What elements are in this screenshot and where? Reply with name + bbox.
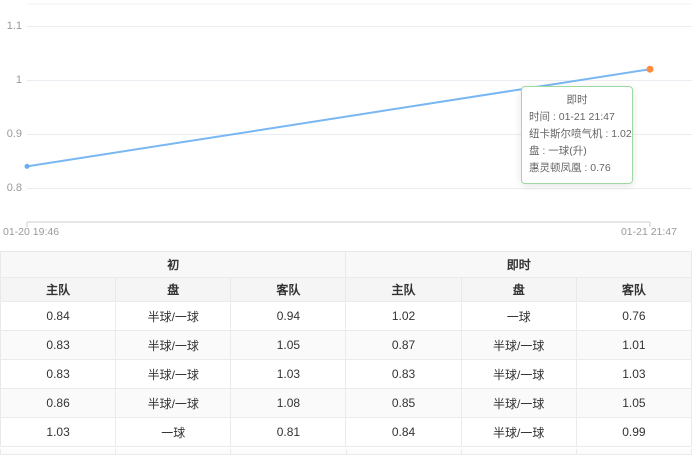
table-cell: 半球/一球 — [461, 389, 576, 418]
table-row: 0.86半球/一球1.080.85半球/一球1.05 — [1, 389, 692, 418]
table-cell: 0.85 — [346, 389, 461, 418]
table-cell: 半球/一球 — [116, 389, 231, 418]
column-header: 盘 — [461, 278, 576, 302]
column-header: 主队 — [346, 278, 461, 302]
data-point-end[interactable] — [647, 66, 654, 73]
table-cell: 0.94 — [231, 302, 346, 331]
tooltip-away-odds: 惠灵顿凤凰 : 0.76 — [529, 160, 625, 177]
tooltip-title: 即时 — [529, 92, 625, 109]
table-cell: 0.87 — [346, 331, 461, 360]
table-cell: 0.76 — [576, 302, 691, 331]
data-point-start[interactable] — [25, 164, 30, 169]
table-cell: 0.84 — [1, 302, 116, 331]
group-header: 初 — [1, 252, 346, 278]
table-cell: 0.83 — [1, 331, 116, 360]
odds-table: 初即时主队盘客队主队盘客队 0.84半球/一球0.941.02一球0.760.8… — [0, 251, 692, 447]
table-row: 0.83半球/一球1.030.83半球/一球1.03 — [1, 360, 692, 389]
y-axis-label: 1 — [0, 74, 22, 86]
column-header: 盘 — [116, 278, 231, 302]
table-cell: 半球/一球 — [116, 360, 231, 389]
table-cell: 0.83 — [346, 360, 461, 389]
table-row: 1.03一球0.810.84半球/一球0.99 — [1, 418, 692, 447]
table-cell: 半球/一球 — [461, 418, 576, 447]
table-cell: 半球/一球 — [116, 331, 231, 360]
table-cell: 1.01 — [576, 331, 691, 360]
column-header: 主队 — [1, 278, 116, 302]
table-cell: 半球/一球 — [461, 360, 576, 389]
table-cell: 0.99 — [576, 418, 691, 447]
table-row: 0.84半球/一球0.941.02一球0.76 — [1, 302, 692, 331]
y-axis-label: 1.1 — [0, 20, 22, 32]
table-cell: 半球/一球 — [461, 331, 576, 360]
y-axis-label: 0.9 — [0, 128, 22, 140]
group-header: 即时 — [346, 252, 692, 278]
table-cell: 1.02 — [346, 302, 461, 331]
table-row: 0.83半球/一球1.050.87半球/一球1.01 — [1, 331, 692, 360]
chart-tooltip: 即时 时间 : 01-21 21:47 纽卡斯尔喷气机 : 1.02 盘 : 一… — [521, 86, 633, 184]
table-cell: 1.05 — [576, 389, 691, 418]
table-sub-header-row: 主队盘客队主队盘客队 — [1, 278, 692, 302]
odds-line-chart[interactable]: 0.8 0.9 1 1.1 01-20 19:46 01-21 21:47 即时 时间… — [0, 0, 698, 245]
column-header: 客队 — [576, 278, 691, 302]
table-cell: 1.03 — [1, 418, 116, 447]
table-cell: 0.81 — [231, 418, 346, 447]
table-cell: 0.84 — [346, 418, 461, 447]
table-cell: 半球/一球 — [116, 302, 231, 331]
tooltip-handicap: 盘 : 一球(升) — [529, 143, 625, 160]
table-cell: 一球 — [116, 418, 231, 447]
next-table-stub — [0, 449, 692, 455]
tooltip-home-odds: 纽卡斯尔喷气机 : 1.02 — [529, 126, 625, 143]
table-group-header-row: 初即时 — [1, 252, 692, 278]
table-cell: 1.03 — [231, 360, 346, 389]
table-cell: 0.86 — [1, 389, 116, 418]
x-axis-label-end: 01-21 21:47 — [621, 226, 677, 238]
odds-page: 0.8 0.9 1 1.1 01-20 19:46 01-21 21:47 即时 时间… — [0, 0, 698, 469]
table-cell: 0.83 — [1, 360, 116, 389]
x-axis-label-start: 01-20 19:46 — [3, 226, 59, 238]
table-cell: 1.08 — [231, 389, 346, 418]
table-cell: 一球 — [461, 302, 576, 331]
table-cell: 1.03 — [576, 360, 691, 389]
column-header: 客队 — [231, 278, 346, 302]
y-axis-label: 0.8 — [0, 182, 22, 194]
table-cell: 1.05 — [231, 331, 346, 360]
tooltip-time: 时间 : 01-21 21:47 — [529, 109, 625, 126]
